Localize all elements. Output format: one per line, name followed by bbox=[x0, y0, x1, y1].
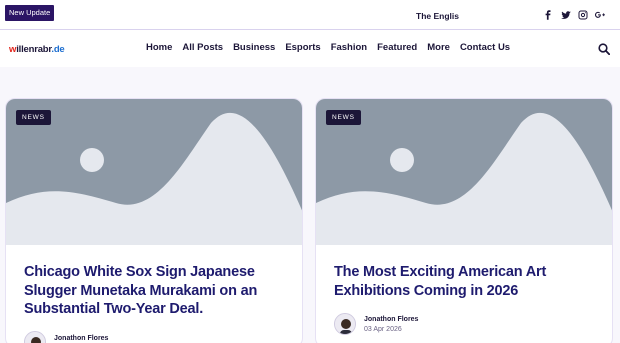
main-content: NEWS Chicago White Sox Sign Japanese Slu… bbox=[0, 67, 620, 343]
author-avatar-icon bbox=[335, 314, 355, 334]
instagram-icon[interactable] bbox=[577, 9, 589, 21]
nav-item-featured[interactable]: Featured bbox=[377, 42, 417, 53]
category-badge[interactable]: NEWS bbox=[16, 110, 51, 125]
facebook-icon[interactable] bbox=[542, 9, 554, 21]
avatar[interactable] bbox=[334, 313, 356, 335]
logo-part-3: .de bbox=[51, 44, 65, 55]
author-avatar-icon bbox=[25, 332, 45, 343]
nav-item-contact-us[interactable]: Contact Us bbox=[460, 42, 510, 53]
logo-part-2: illenrabr bbox=[16, 44, 52, 55]
post-title[interactable]: The Most Exciting American Art Exhibitio… bbox=[334, 263, 596, 300]
category-badge[interactable]: NEWS bbox=[326, 110, 361, 125]
author-name[interactable]: Jonathon Flores bbox=[364, 316, 418, 323]
search-icon[interactable] bbox=[598, 43, 610, 55]
site-logo[interactable]: willenrabr.de bbox=[9, 44, 65, 55]
avatar[interactable] bbox=[24, 331, 46, 343]
nav-item-more[interactable]: More bbox=[427, 42, 450, 53]
post-card[interactable]: NEWS Chicago White Sox Sign Japanese Slu… bbox=[5, 98, 303, 343]
news-ticker[interactable]: The Englis bbox=[416, 11, 459, 21]
nav-item-esports[interactable]: Esports bbox=[285, 42, 320, 53]
main-navbar: willenrabr.de Home All Posts Business Es… bbox=[0, 31, 620, 67]
top-bar: New Update The Englis bbox=[0, 0, 620, 30]
post-date: 03 Apr 2026 bbox=[364, 326, 402, 333]
twitter-icon[interactable] bbox=[560, 9, 572, 21]
author-name[interactable]: Jonathon Flores bbox=[54, 335, 108, 342]
new-update-badge[interactable]: New Update bbox=[5, 5, 55, 21]
nav-menu: Home All Posts Business Esports Fashion … bbox=[146, 42, 520, 53]
nav-item-home[interactable]: Home bbox=[146, 42, 172, 53]
google-plus-icon[interactable] bbox=[594, 9, 606, 21]
nav-item-business[interactable]: Business bbox=[233, 42, 275, 53]
post-title[interactable]: Chicago White Sox Sign Japanese Slugger … bbox=[24, 263, 286, 319]
post-card[interactable]: NEWS The Most Exciting American Art Exhi… bbox=[315, 98, 613, 343]
nav-item-fashion[interactable]: Fashion bbox=[331, 42, 367, 53]
nav-item-all-posts[interactable]: All Posts bbox=[182, 42, 223, 53]
